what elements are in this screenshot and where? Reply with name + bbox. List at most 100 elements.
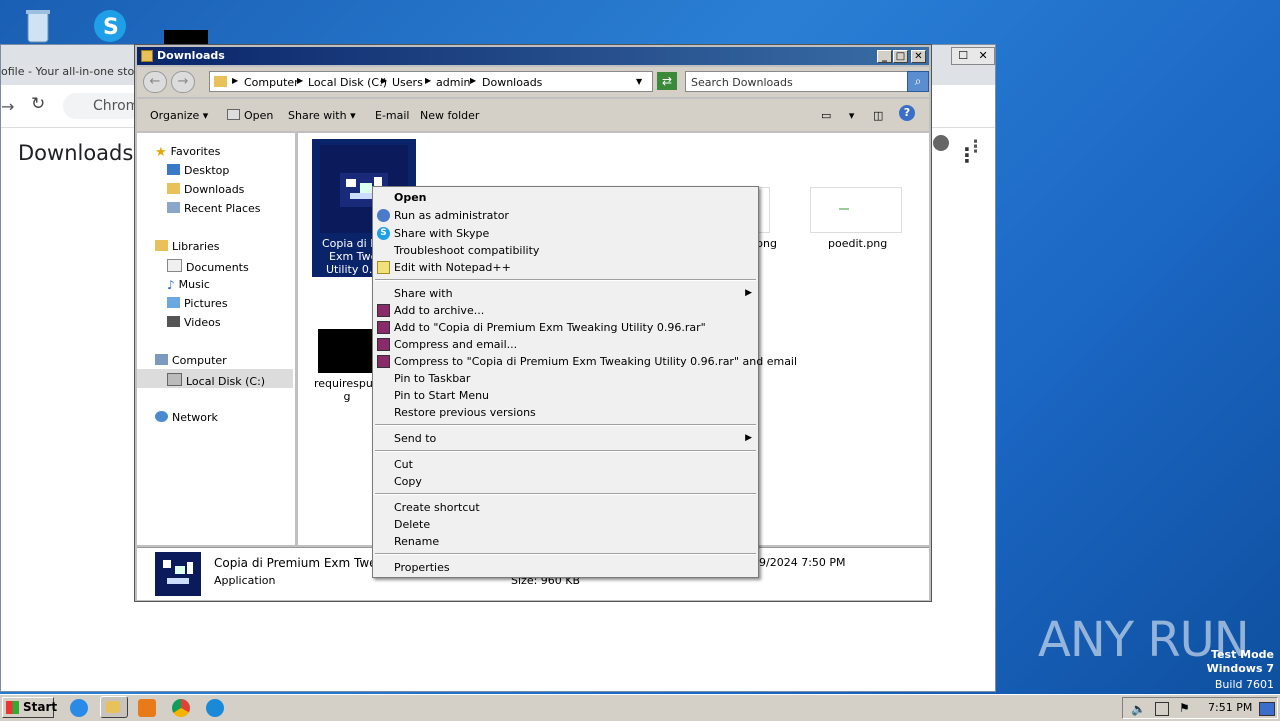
nav-documents[interactable]: Documents (167, 259, 249, 274)
system-tray: 🔈 ⚑ (1122, 697, 1278, 719)
music-icon: ♪ (167, 278, 175, 292)
requirespub-thumbnail[interactable] (318, 329, 376, 373)
open-label: Open (244, 109, 274, 122)
back-arrow-icon[interactable]: → (1, 97, 14, 116)
nav-favorites[interactable]: ★ Favorites (155, 145, 220, 160)
menu-share-skype[interactable]: Share with Skype (394, 227, 489, 240)
breadcrumb-local-disk[interactable]: Local Disk (C:) (308, 76, 387, 89)
menu-properties[interactable]: Properties (394, 561, 450, 574)
menu-run-as-admin[interactable]: Run as administrator (394, 209, 509, 222)
breadcrumb-computer[interactable]: Computer (244, 76, 299, 89)
computer-icon (155, 354, 168, 365)
profile-avatar-icon[interactable] (933, 135, 949, 151)
menu-notepadpp[interactable]: Edit with Notepad++ (394, 261, 511, 274)
nav-videos[interactable]: Videos (167, 316, 221, 329)
menu-troubleshoot[interactable]: Troubleshoot compatibility (394, 244, 539, 257)
nav-computer[interactable]: Computer (155, 354, 227, 367)
menu-compress-rar-email[interactable]: Compress to "Copia di Premium Exm Tweaki… (394, 355, 797, 368)
view-options-icon[interactable]: ▭ ▾ (821, 109, 854, 122)
chrome-icon[interactable] (172, 699, 190, 717)
chevron-right-icon[interactable]: ▶ (232, 76, 238, 85)
breadcrumb-admin[interactable]: admin (436, 76, 470, 89)
explorer-titlebar[interactable]: Downloads _ □ ✕ (137, 47, 929, 65)
menu-separator (375, 450, 756, 452)
volume-icon[interactable]: 🔈 (1131, 702, 1146, 716)
menu-restore-versions[interactable]: Restore previous versions (394, 406, 536, 419)
menu-delete[interactable]: Delete (394, 518, 430, 531)
nav-local-disk[interactable]: Local Disk (C:) (137, 369, 293, 388)
downloads-more-icon[interactable]: ⋮ (957, 143, 977, 167)
reload-icon[interactable]: ↻ (31, 94, 45, 114)
disk-icon (167, 373, 182, 386)
organize-button[interactable]: Organize ▾ (150, 109, 208, 122)
menu-pin-taskbar[interactable]: Pin to Taskbar (394, 372, 470, 385)
menu-pin-start[interactable]: Pin to Start Menu (394, 389, 489, 402)
menu-share-with[interactable]: Share with (394, 287, 453, 300)
edge-icon[interactable] (206, 699, 224, 717)
menu-cut[interactable]: Cut (394, 458, 413, 471)
skype-icon: S (377, 227, 390, 240)
flag-icon[interactable]: ⚑ (1179, 701, 1190, 715)
folder-icon (106, 701, 120, 713)
minimize-button[interactable]: _ (877, 50, 892, 63)
menu-compress-email[interactable]: Compress and email... (394, 338, 517, 351)
skype-icon[interactable]: S (88, 8, 136, 48)
back-button[interactable]: ← (143, 71, 167, 93)
preview-pane-icon[interactable]: ◫ (873, 109, 883, 122)
recent-places-icon (167, 202, 180, 213)
search-icon[interactable]: ⌕ (907, 71, 929, 92)
chevron-right-icon[interactable]: ▶ (470, 76, 476, 85)
breadcrumb-downloads[interactable]: Downloads (482, 76, 542, 89)
new-folder-button[interactable]: New folder (420, 109, 479, 122)
share-with-button[interactable]: Share with ▾ (288, 109, 356, 122)
maximize-button[interactable]: □ (893, 50, 908, 63)
menu-add-archive[interactable]: Add to archive... (394, 304, 484, 317)
taskbar: Start 🔈 ⚑ 7:51 PM (0, 694, 1280, 721)
chrome-tab-title[interactable]: ofile - Your all-in-one storag (1, 65, 152, 78)
breadcrumb[interactable]: ▶ Computer ▶ Local Disk (C:) ▶ Users ▶ a… (209, 71, 653, 92)
help-icon[interactable]: ? (899, 105, 915, 121)
nav-network[interactable]: Network (155, 411, 218, 424)
forward-button[interactable]: → (171, 71, 195, 93)
nav-downloads[interactable]: Downloads (167, 183, 244, 196)
menu-add-rar[interactable]: Add to "Copia di Premium Exm Tweaking Ut… (394, 321, 706, 334)
poedit-thumbnail[interactable] (810, 187, 902, 233)
window-title: Downloads (157, 49, 225, 62)
menu-copy[interactable]: Copy (394, 475, 422, 488)
nav-music[interactable]: ♪ Music (167, 278, 210, 292)
start-button[interactable]: Start (2, 697, 58, 718)
show-desktop-icon[interactable] (1259, 702, 1275, 716)
chevron-down-icon[interactable]: ▼ (636, 77, 642, 86)
chevron-right-icon[interactable]: ▶ (297, 76, 303, 85)
nav-recent-places[interactable]: Recent Places (167, 202, 261, 215)
png-label: png (756, 237, 777, 250)
internet-explorer-icon[interactable] (70, 699, 88, 717)
start-label: Start (23, 700, 58, 714)
chrome-close-button[interactable]: ☐ ✕ (951, 47, 995, 65)
close-button[interactable]: ✕ (911, 50, 926, 63)
nav-pictures[interactable]: Pictures (167, 297, 228, 310)
menu-open[interactable]: Open (394, 191, 427, 204)
recycle-bin-icon[interactable] (18, 6, 66, 46)
requirespub-label-2: g (343, 390, 351, 403)
menu-create-shortcut[interactable]: Create shortcut (394, 501, 480, 514)
chevron-right-icon[interactable]: ▶ (425, 76, 431, 85)
menu-separator (375, 553, 756, 555)
address-bar: ← → ▶ Computer ▶ Local Disk (C:) ▶ Users… (137, 67, 929, 97)
menu-rename[interactable]: Rename (394, 535, 439, 548)
chevron-right-icon[interactable]: ▶ (381, 76, 387, 85)
nav-libraries[interactable]: Libraries (155, 240, 220, 253)
open-button[interactable]: Open (227, 109, 273, 122)
search-input[interactable]: Search Downloads (685, 71, 929, 92)
refresh-icon[interactable]: ⇄ (657, 72, 677, 90)
email-button[interactable]: E-mail (375, 109, 410, 122)
winrar-icon (377, 304, 390, 317)
organize-label: Organize (150, 109, 200, 122)
breadcrumb-users[interactable]: Users (392, 76, 423, 89)
clock[interactable]: 7:51 PM (1208, 701, 1252, 714)
network-tray-icon[interactable] (1155, 702, 1169, 716)
desktop-icon (167, 164, 180, 175)
menu-send-to[interactable]: Send to (394, 432, 436, 445)
media-player-icon[interactable] (138, 699, 156, 717)
nav-desktop[interactable]: Desktop (167, 164, 229, 177)
